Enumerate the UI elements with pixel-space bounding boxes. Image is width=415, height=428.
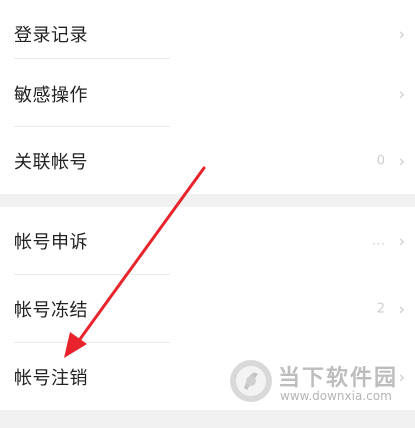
settings-item-login-records[interactable]: 登录记录 › [0,0,415,67]
watermark-url: www.downxia.com [280,389,392,403]
watermark-logo-icon [230,360,272,402]
account-security-screen: 登录记录 › 敏感操作 › 关联帐号 0 › 帐号申诉 … › 帐号冻结 2 › [0,0,415,428]
chevron-right-icon: › [398,24,405,43]
chevron-right-icon: › [398,299,405,318]
watermark-title: 当下软件园 [278,366,399,391]
settings-item-label: 登录记录 [14,24,88,46]
settings-item-sensitive-operations[interactable]: 敏感操作 › [0,60,415,127]
settings-item-account-appeal[interactable]: 帐号申诉 … › [0,207,415,274]
settings-item-value: 0 [376,153,385,168]
settings-item-label: 帐号冻结 [14,299,88,321]
settings-item-value: … [372,233,385,248]
chevron-right-icon: › [398,84,405,103]
chevron-right-icon: › [398,231,405,250]
settings-item-label: 关联帐号 [14,151,88,173]
settings-group-1: 登录记录 › 敏感操作 › 关联帐号 0 › [0,0,415,194]
settings-item-label: 帐号注销 [14,367,88,389]
watermark: 当下软件园 www.downxia.com [228,356,408,408]
settings-item-label: 敏感操作 [14,84,88,106]
settings-item-linked-accounts[interactable]: 关联帐号 0 › [0,127,415,194]
settings-item-account-freeze[interactable]: 帐号冻结 2 › [0,275,415,342]
divider [14,58,170,59]
settings-item-label: 帐号申诉 [14,231,88,253]
chevron-right-icon: › [398,151,405,170]
settings-item-value: 2 [376,301,385,316]
